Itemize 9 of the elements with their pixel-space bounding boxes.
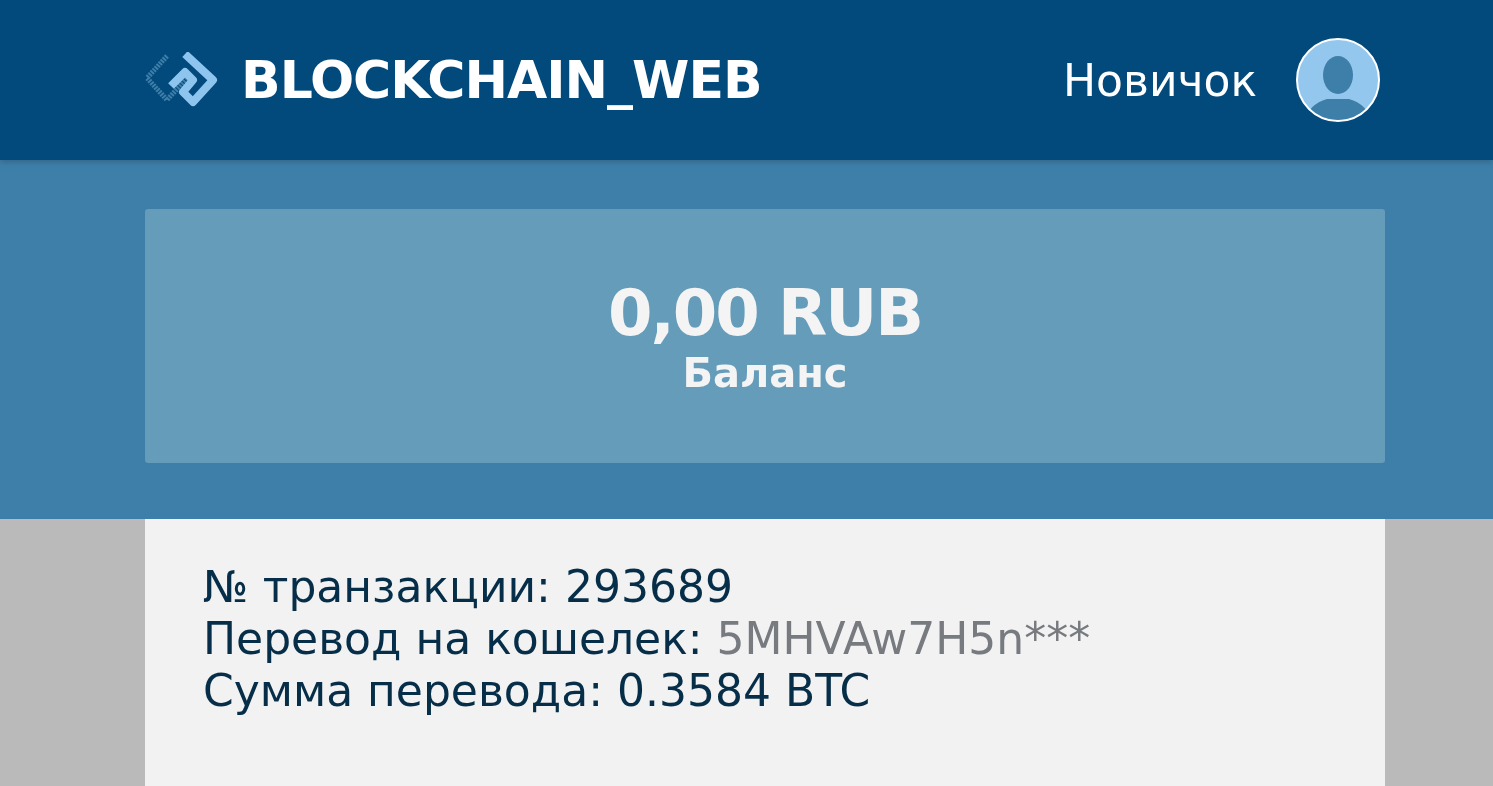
balance-label: Баланс: [682, 350, 848, 396]
transaction-detail: № транзакции: 293689: [203, 561, 734, 613]
transaction-detail: Перевод на кошелек: 5MHVAw7H5n***: [203, 613, 1092, 665]
avatar-icon[interactable]: [1295, 37, 1381, 123]
user-name[interactable]: Новичок: [1062, 54, 1257, 106]
transaction-detail: Сумма перевода: 0.3584 BTC: [203, 665, 872, 717]
balance-amount: 0,00 RUB: [607, 276, 923, 350]
logo-icon: [145, 52, 219, 108]
logo-text[interactable]: BLOCKCHAIN_WEB: [241, 50, 762, 110]
